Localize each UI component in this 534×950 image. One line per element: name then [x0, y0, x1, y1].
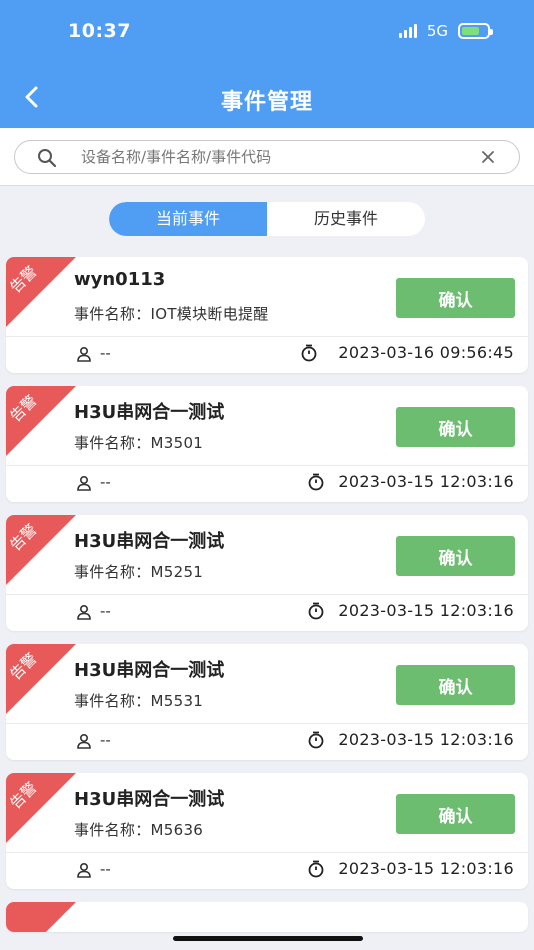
confirm-button[interactable]: 确认 [396, 407, 515, 447]
tab-history-events[interactable]: 历史事件 [267, 202, 425, 236]
device-name: H3U串网合一测试 [74, 660, 225, 681]
user-icon [77, 475, 91, 491]
alarm-badge: 告警 [6, 644, 76, 714]
user-icon [77, 604, 91, 620]
event-name: 事件名称：M3501 [74, 434, 204, 452]
timer-icon [308, 860, 324, 878]
divider [6, 723, 528, 724]
event-name: 事件名称：IOT模块断电提醒 [74, 305, 269, 323]
battery-icon [458, 23, 493, 39]
event-time: 2023-03-15 12:03:16 [338, 472, 514, 491]
search-box[interactable] [14, 140, 520, 174]
network-type: 5G [426, 22, 448, 40]
app-header: 10:37 5G 事件管理 [0, 0, 534, 128]
user-value: -- [100, 344, 111, 362]
status-indicators: 5G [398, 22, 493, 40]
user-value: -- [100, 473, 111, 491]
alarm-badge: 告警 [6, 257, 76, 327]
event-card: 告警 H3U串网合一测试 事件名称：M3501 确认 -- 2023-03-15… [6, 386, 528, 502]
device-name: H3U串网合一测试 [74, 789, 225, 810]
user-icon [77, 733, 91, 749]
user-icon [77, 346, 91, 362]
event-time: 2023-03-15 12:03:16 [338, 601, 514, 620]
user-icon [77, 862, 91, 878]
page-title: 事件管理 [220, 90, 313, 115]
home-indicator[interactable] [173, 936, 363, 941]
confirm-button[interactable]: 确认 [396, 536, 515, 576]
event-card: 告警 H3U串网合一测试 事件名称：M5251 确认 -- 2023-03-15… [6, 515, 528, 631]
event-name: 事件名称：M5636 [74, 821, 204, 839]
divider [6, 852, 528, 853]
search-input[interactable] [81, 141, 471, 173]
alarm-badge [6, 902, 76, 932]
event-card-partial [6, 902, 528, 932]
timer-icon [308, 473, 324, 491]
confirm-button[interactable]: 确认 [396, 665, 515, 705]
clear-icon[interactable] [481, 150, 495, 164]
alarm-badge: 告警 [6, 386, 76, 456]
event-tabs: 当前事件 历史事件 [109, 202, 425, 236]
event-time: 2023-03-15 12:03:16 [338, 859, 514, 878]
confirm-button[interactable]: 确认 [396, 278, 515, 318]
event-card: 告警 wyn0113 事件名称：IOT模块断电提醒 确认 -- 2023-03-… [6, 257, 528, 373]
divider [6, 465, 528, 466]
search-bar [0, 128, 534, 186]
event-name: 事件名称：M5251 [74, 563, 204, 581]
event-time: 2023-03-16 09:56:45 [338, 343, 514, 362]
tab-current-events[interactable]: 当前事件 [109, 202, 267, 236]
confirm-button[interactable]: 确认 [396, 794, 515, 834]
user-value: -- [100, 602, 111, 620]
alarm-badge: 告警 [6, 515, 76, 585]
status-time: 10:37 [68, 20, 131, 42]
divider [6, 336, 528, 337]
device-name: wyn0113 [74, 269, 166, 290]
alarm-badge: 告警 [6, 773, 76, 843]
timer-icon [301, 344, 317, 362]
user-value: -- [100, 860, 111, 878]
user-value: -- [100, 731, 111, 749]
event-card: 告警 H3U串网合一测试 事件名称：M5636 确认 -- 2023-03-15… [6, 773, 528, 889]
timer-icon [308, 731, 324, 749]
search-icon [38, 149, 57, 168]
signal-icon [398, 24, 417, 38]
event-name: 事件名称：M5531 [74, 692, 204, 710]
event-time: 2023-03-15 12:03:16 [338, 730, 514, 749]
device-name: H3U串网合一测试 [74, 402, 225, 423]
event-card: 告警 H3U串网合一测试 事件名称：M5531 确认 -- 2023-03-15… [6, 644, 528, 760]
timer-icon [308, 602, 324, 620]
device-name: H3U串网合一测试 [74, 531, 225, 552]
divider [6, 594, 528, 595]
